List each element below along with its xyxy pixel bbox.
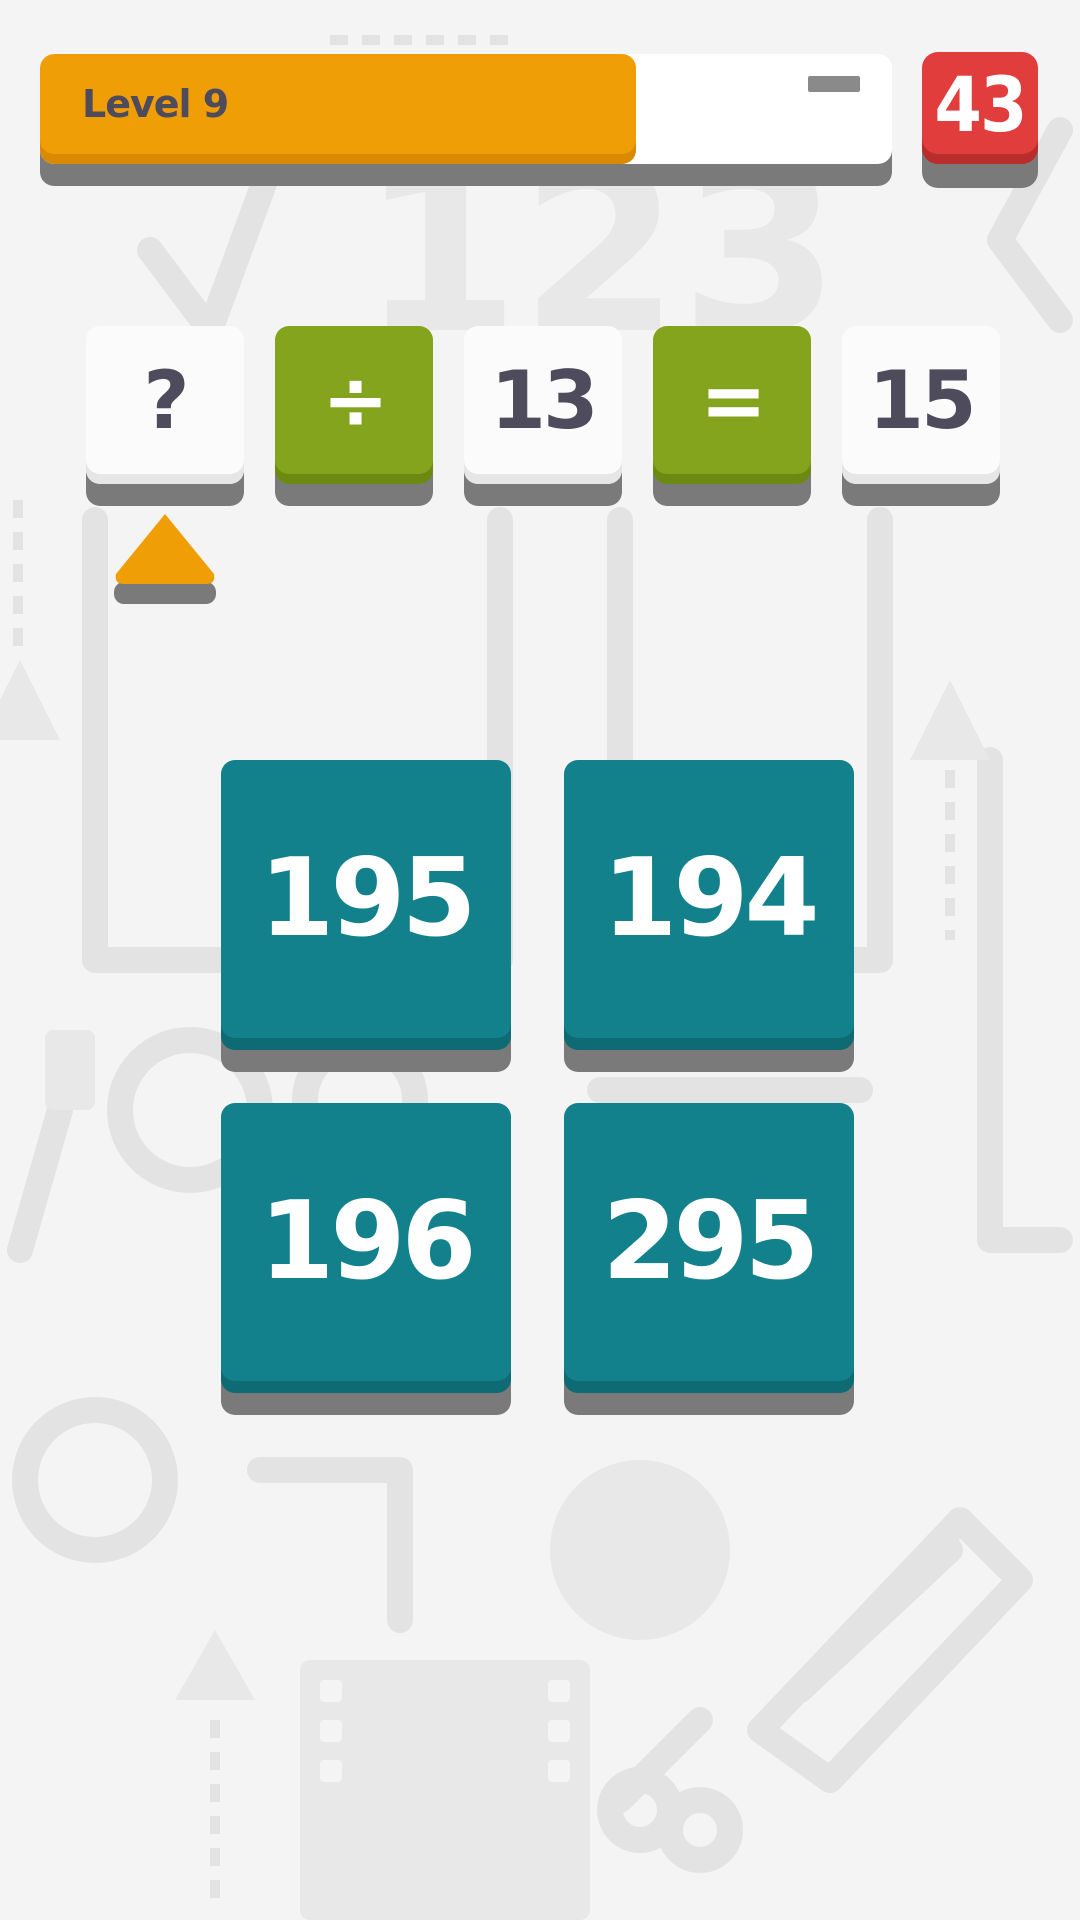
tile-face: ? — [86, 326, 244, 484]
answer-button[interactable]: 295 — [564, 1103, 854, 1393]
answer-value: 195 — [259, 835, 476, 961]
answer-button[interactable]: 196 — [221, 1103, 511, 1393]
equation-tile-0: ? — [86, 326, 244, 506]
answer-button[interactable]: 194 — [564, 760, 854, 1050]
answer-value: 194 — [602, 835, 819, 961]
tile-face: ÷ — [275, 326, 433, 484]
equation-tile-2: 13 — [464, 326, 622, 506]
answer-value: 196 — [259, 1178, 476, 1304]
answer-button[interactable]: 195 — [221, 760, 511, 1050]
equation-tile-1: ÷ — [275, 326, 433, 506]
answer-option-3[interactable]: 295 — [564, 1103, 854, 1415]
tile-face: 13 — [464, 326, 622, 484]
answer-option-2[interactable]: 196 — [221, 1103, 511, 1415]
pointer-arrow-icon — [114, 514, 216, 604]
equation-operand: 13 — [490, 353, 598, 447]
tile-face: = — [653, 326, 811, 484]
equation-tile-4: 15 — [842, 326, 1000, 506]
tile-face: 15 — [842, 326, 1000, 484]
answer-value: 295 — [602, 1178, 819, 1304]
equation-operator-divide: ÷ — [321, 353, 389, 447]
timer-value: 43 — [934, 59, 1027, 149]
countdown-timer: 43 — [922, 52, 1038, 164]
equation-unknown: ? — [143, 353, 189, 447]
level-label: Level 9 — [82, 82, 229, 126]
equation-result: 15 — [868, 353, 976, 447]
answer-option-0[interactable]: 195 — [221, 760, 511, 1072]
progress-notch — [808, 76, 860, 92]
equation-tile-3: = — [653, 326, 811, 506]
answer-option-1[interactable]: 194 — [564, 760, 854, 1072]
equation-operator-equals: = — [699, 353, 767, 447]
